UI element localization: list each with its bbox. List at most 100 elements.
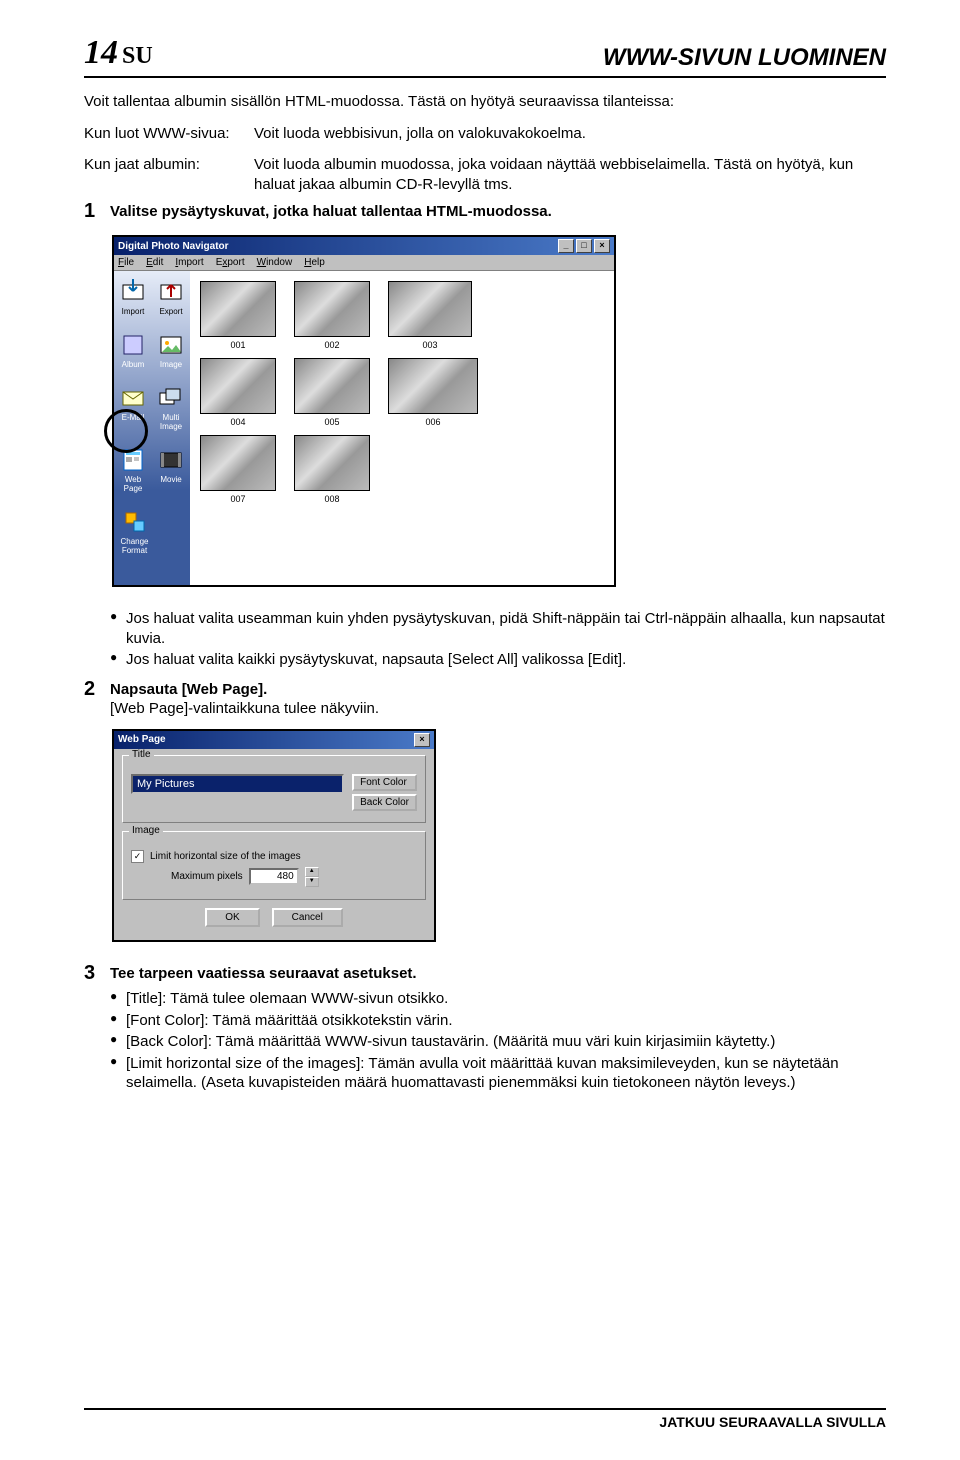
step-3: 3 Tee tarpeen vaatiessa seuraavat asetuk… (84, 962, 886, 1095)
menu-import[interactable]: Import (175, 257, 203, 268)
definition-row: Kun jaat albumin: Voit luoda albumin muo… (84, 155, 886, 194)
thumb-001[interactable]: 001 (200, 281, 276, 350)
max-pixels-input[interactable]: 480 (249, 868, 299, 885)
dpn-title: Digital Photo Navigator (118, 241, 229, 252)
dpn-content: 001 002 003 004 005 006 007 008 (190, 271, 614, 585)
dialog-title: Web Page (118, 734, 166, 745)
step-number: 2 (84, 678, 110, 719)
sidebar-web-page[interactable]: Web Page (115, 447, 151, 493)
thumb-caption: 006 (425, 417, 440, 427)
thumb-008[interactable]: 008 (294, 435, 370, 504)
ok-button[interactable]: OK (205, 908, 259, 927)
footer-text: JATKUU SEURAAVALLA SIVULLA (84, 1414, 886, 1430)
menu-file[interactable]: File (118, 257, 134, 268)
web-page-dialog: Web Page × Title My Pictures Font Color … (112, 729, 436, 942)
maximize-icon[interactable]: □ (576, 239, 592, 253)
thumb-003[interactable]: 003 (388, 281, 472, 350)
bullet: [Back Color]: Tämä määrittää WWW-sivun t… (110, 1032, 886, 1052)
menu-help[interactable]: Help (304, 257, 325, 268)
step-2: 2 Napsauta [Web Page]. [Web Page]-valint… (84, 678, 886, 719)
thumb-002[interactable]: 002 (294, 281, 370, 350)
def-term: Kun jaat albumin: (84, 155, 254, 194)
export-icon (158, 279, 184, 305)
page-number: 14SU (84, 34, 153, 72)
sidebar-label: Change Format (117, 537, 153, 555)
max-pixels-label: Maximum pixels (171, 871, 243, 882)
sidebar-label: Export (159, 307, 182, 316)
divider (84, 76, 886, 78)
step-1-title: Valitse pysäytyskuvat, jotka haluat tall… (110, 202, 886, 222)
close-icon[interactable]: × (414, 733, 430, 747)
step-number: 1 (84, 200, 110, 223)
sidebar-import[interactable]: Import (115, 279, 151, 316)
thumb-006[interactable]: 006 (388, 358, 478, 427)
close-icon[interactable]: × (594, 239, 610, 253)
dpn-titlebar: Digital Photo Navigator _ □ × (114, 237, 614, 255)
dpn-figure: Digital Photo Navigator _ □ × File Edit … (112, 235, 886, 587)
sidebar-album[interactable]: Album (115, 332, 151, 369)
back-color-button[interactable]: Back Color (352, 794, 417, 811)
thumb-caption: 003 (422, 340, 437, 350)
import-icon (120, 279, 146, 305)
thumb-004[interactable]: 004 (200, 358, 276, 427)
email-icon (120, 385, 146, 411)
def-body: Voit luoda webbisivun, jolla on valokuva… (254, 124, 886, 144)
step-3-title: Tee tarpeen vaatiessa seuraavat asetukse… (110, 964, 886, 984)
step-1: 1 Valitse pysäytyskuvat, jotka haluat ta… (84, 200, 886, 223)
movie-icon (158, 447, 184, 473)
thumb-caption: 001 (230, 340, 245, 350)
image-icon (158, 332, 184, 358)
limit-label: Limit horizontal size of the images (150, 851, 301, 862)
bullet: Jos haluat valita kaikki pysäytyskuvat, … (110, 650, 886, 670)
def-term: Kun luot WWW-sivua: (84, 124, 254, 144)
dialog-titlebar: Web Page × (114, 731, 434, 749)
step-1-notes: Jos haluat valita useamman kuin yhden py… (84, 603, 886, 672)
sidebar-multi-image[interactable]: Multi Image (153, 385, 189, 431)
thumb-caption: 007 (230, 494, 245, 504)
bullet: [Title]: Tämä tulee olemaan WWW-sivun ot… (110, 989, 886, 1009)
title-group: Title My Pictures Font Color Back Color (122, 755, 426, 823)
sidebar-movie[interactable]: Movie (153, 447, 189, 493)
group-legend: Image (129, 825, 163, 836)
sidebar-change-format[interactable]: Change Format (117, 509, 153, 555)
sidebar-label: E-Mail (122, 413, 145, 422)
step-2-title: Napsauta [Web Page]. (110, 680, 886, 700)
dpn-sidebar: Import Export Album (114, 271, 190, 585)
album-icon (120, 332, 146, 358)
footer: JATKUU SEURAAVALLA SIVULLA (84, 1408, 886, 1430)
thumb-caption: 002 (324, 340, 339, 350)
bullet: [Limit horizontal size of the images]: T… (110, 1054, 886, 1093)
pixels-spinner[interactable]: ▲▼ (305, 867, 319, 887)
thumb-007[interactable]: 007 (200, 435, 276, 504)
thumb-caption: 008 (324, 494, 339, 504)
spinner-down-icon[interactable]: ▼ (305, 877, 319, 887)
menu-edit[interactable]: Edit (146, 257, 163, 268)
dpn-window: Digital Photo Navigator _ □ × File Edit … (112, 235, 616, 587)
menu-export[interactable]: Export (216, 257, 245, 268)
thumb-005[interactable]: 005 (294, 358, 370, 427)
def-body: Voit luoda albumin muodossa, joka voidaa… (254, 155, 886, 194)
web-page-icon (120, 447, 146, 473)
cancel-button[interactable]: Cancel (272, 908, 343, 927)
dpn-menubar: File Edit Import Export Window Help (114, 255, 614, 271)
step-number: 3 (84, 962, 110, 1095)
limit-checkbox[interactable]: ✓ (131, 850, 144, 863)
menu-window[interactable]: Window (257, 257, 293, 268)
sidebar-export[interactable]: Export (153, 279, 189, 316)
sidebar-email[interactable]: E-Mail (115, 385, 151, 431)
sidebar-label: Import (122, 307, 145, 316)
title-input[interactable]: My Pictures (131, 774, 344, 794)
sidebar-image[interactable]: Image (153, 332, 189, 369)
thumb-caption: 005 (324, 417, 339, 427)
multi-image-icon (158, 385, 184, 411)
bullet: [Font Color]: Tämä määrittää otsikkoteks… (110, 1011, 886, 1031)
font-color-button[interactable]: Font Color (352, 774, 417, 791)
minimize-icon[interactable]: _ (558, 239, 574, 253)
section-title: WWW-SIVUN LUOMINEN (603, 44, 886, 72)
sidebar-label: Movie (160, 475, 181, 484)
change-format-icon (122, 509, 148, 535)
step-2-text: [Web Page]-valintaikkuna tulee näkyviin. (110, 699, 886, 719)
spinner-up-icon[interactable]: ▲ (305, 867, 319, 877)
sidebar-label: Multi Image (153, 413, 189, 431)
page-number-value: 14 (84, 34, 118, 71)
